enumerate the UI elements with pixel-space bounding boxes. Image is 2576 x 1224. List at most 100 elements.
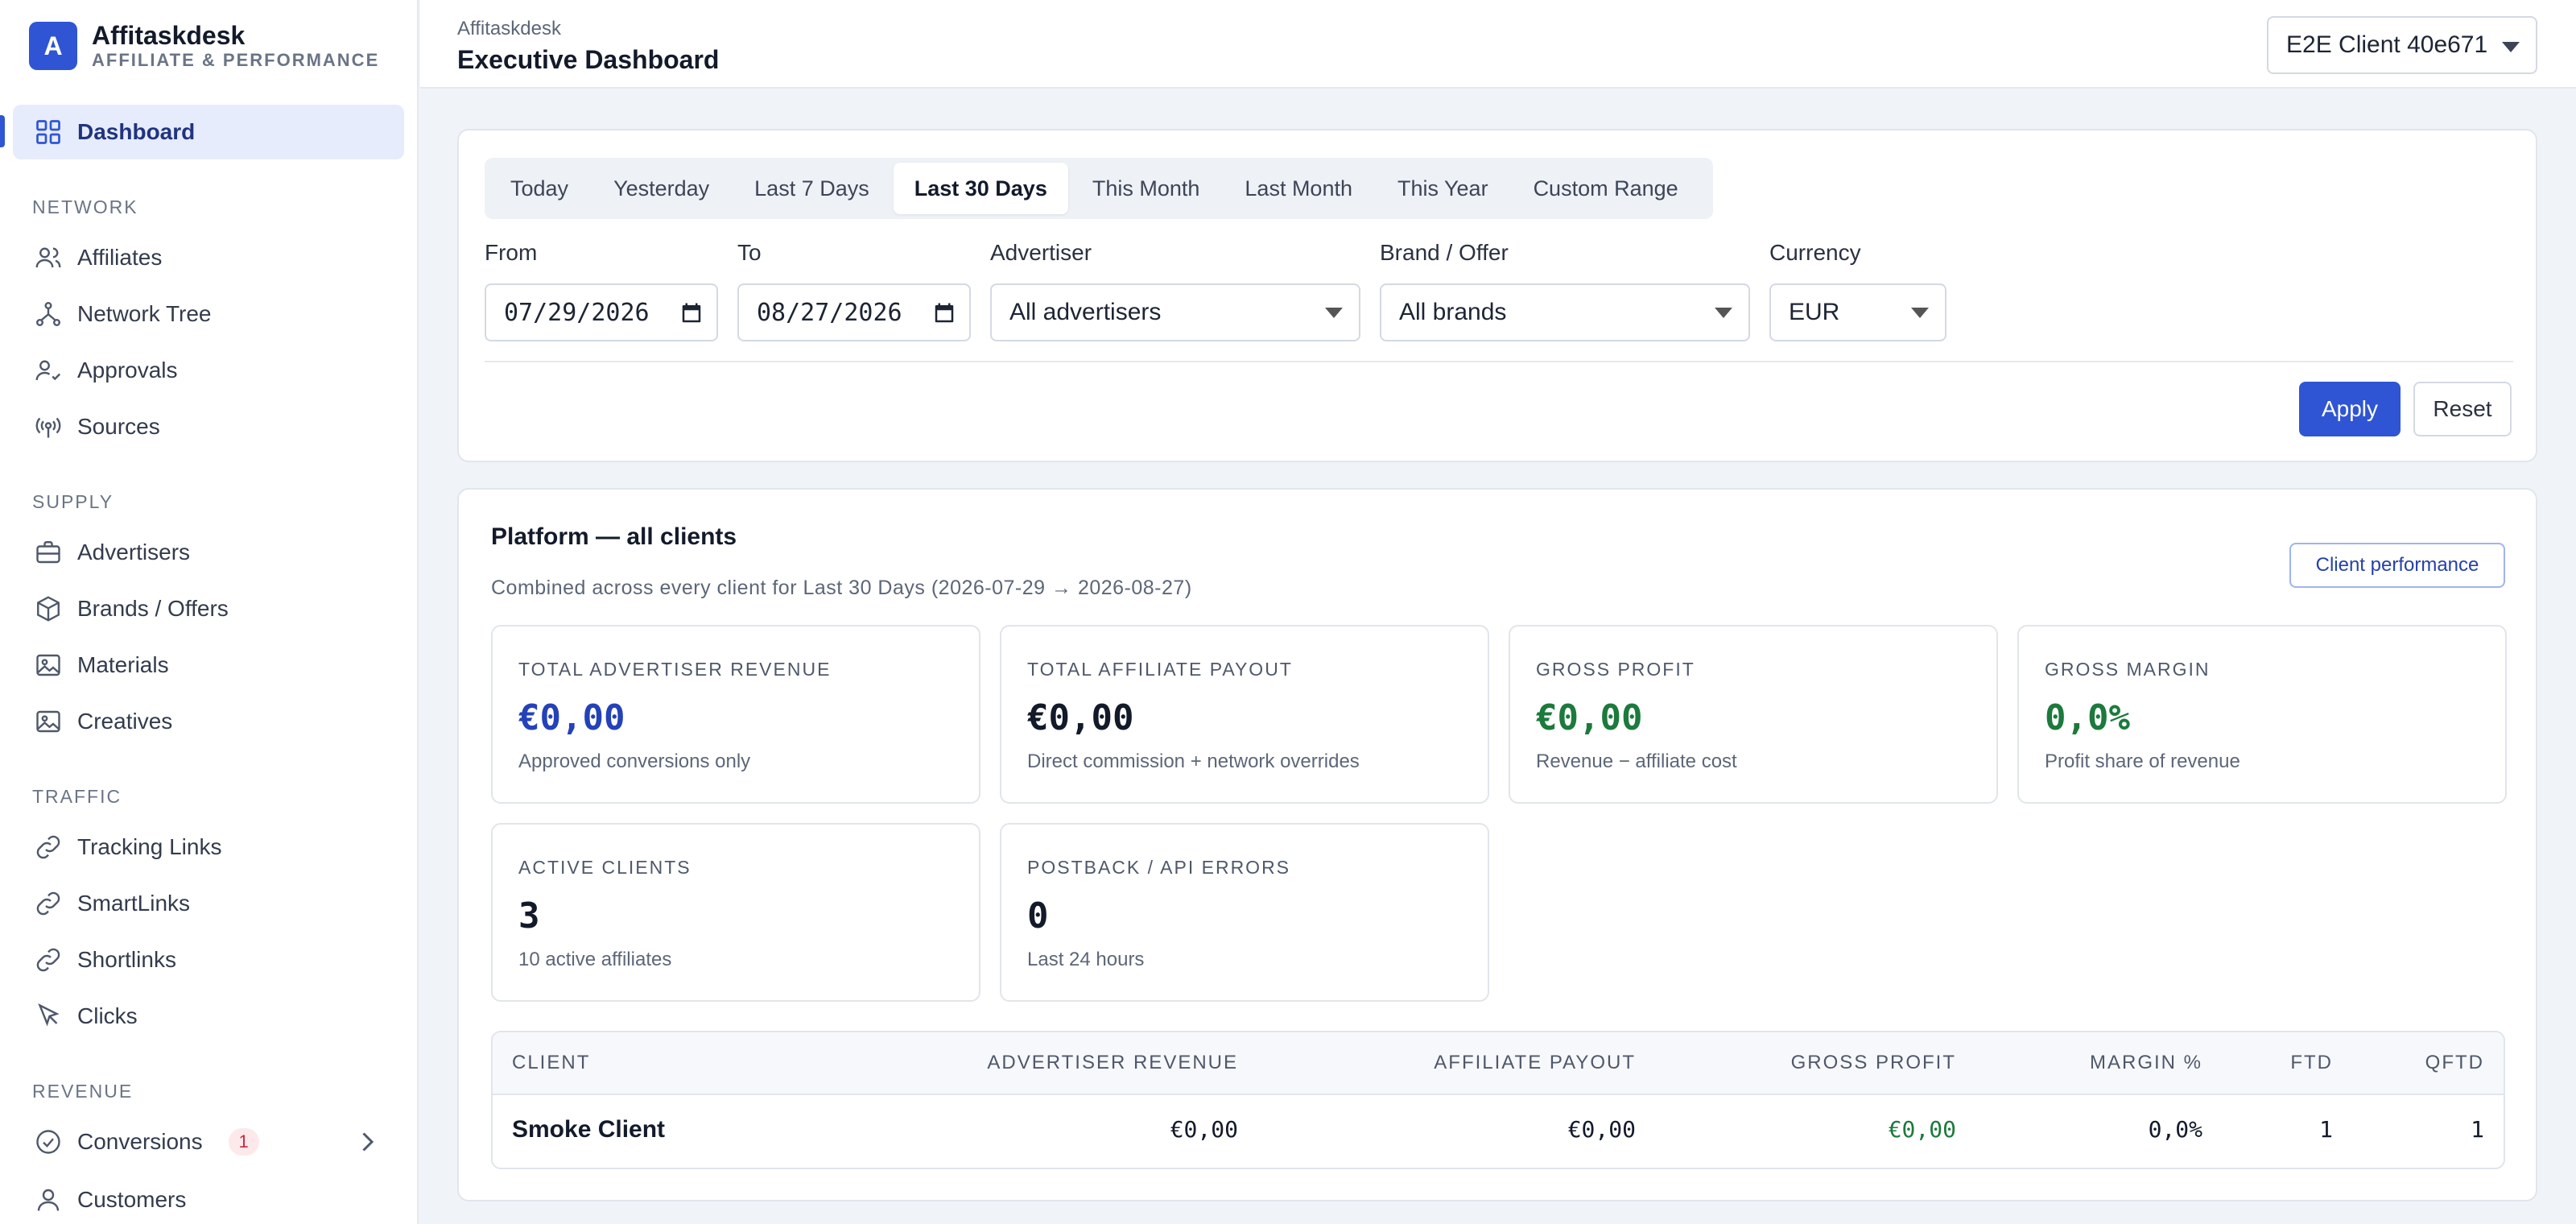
- user-icon: [32, 1184, 64, 1216]
- link-icon: [32, 887, 64, 920]
- cell-ftd: 1: [2319, 1116, 2333, 1143]
- sidebar-item-dashboard[interactable]: Dashboard: [13, 105, 404, 159]
- to-label: To: [737, 240, 762, 265]
- kpi-total-advertiser-revenue: TOTAL ADVERTISER REVENUE €0,00 Approved …: [491, 625, 980, 804]
- platform-card: Platform — all clients Combined across e…: [457, 488, 2537, 1201]
- sidebar-item-approvals[interactable]: Approvals: [13, 343, 404, 398]
- brand-name: Affitaskdesk: [92, 21, 246, 50]
- section-network: NETWORK: [32, 196, 138, 217]
- kpi-postback-api-errors: POSTBACK / API ERRORS 0 Last 24 hours: [1000, 823, 1489, 1002]
- to-date-value: 08/27/2026: [757, 298, 902, 327]
- breadcrumb[interactable]: Affitaskdesk: [457, 18, 561, 40]
- image-icon: [32, 649, 64, 681]
- sidebar-item-shortlinks[interactable]: Shortlinks: [13, 932, 404, 987]
- sidebar-item-label: Conversions: [77, 1129, 203, 1154]
- tab-today[interactable]: Today: [489, 163, 589, 214]
- from-date-value: 07/29/2026: [504, 298, 650, 327]
- kpi-active-clients: ACTIVE CLIENTS 3 10 active affiliates: [491, 823, 980, 1002]
- col-advertiser-revenue[interactable]: ADVERTISER REVENUE: [987, 1052, 1238, 1074]
- tab-this-year[interactable]: This Year: [1377, 163, 1509, 214]
- sidebar-item-network-tree[interactable]: Network Tree: [13, 287, 404, 341]
- cell-advertiser-revenue: €0,00: [1170, 1116, 1238, 1143]
- calendar-icon[interactable]: [932, 301, 956, 325]
- currency-select[interactable]: EUR: [1769, 283, 1946, 341]
- sidebar-item-advertisers[interactable]: Advertisers: [13, 525, 404, 580]
- tab-last-month[interactable]: Last Month: [1224, 163, 1373, 214]
- cell-affiliate-payout: €0,00: [1567, 1116, 1636, 1143]
- sidebar-item-customers[interactable]: Customers: [13, 1172, 404, 1224]
- col-margin[interactable]: MARGIN %: [2090, 1052, 2202, 1074]
- brand[interactable]: A Affitaskdesk AFFILIATE & PERFORMANCE: [29, 21, 379, 71]
- section-supply: SUPPLY: [32, 491, 114, 512]
- advertiser-select[interactable]: All advertisers: [990, 283, 1360, 341]
- network-tree-icon: [32, 298, 64, 330]
- apply-button[interactable]: Apply: [2299, 382, 2401, 436]
- chevron-down-icon: [2502, 42, 2520, 52]
- sidebar-item-label: Customers: [77, 1187, 187, 1212]
- users-icon: [32, 242, 64, 274]
- kpi-label: GROSS PROFIT: [1536, 659, 1695, 680]
- kpi-note: Direct commission + network overrides: [1027, 751, 1360, 772]
- sidebar-item-sources[interactable]: Sources: [13, 399, 404, 454]
- tab-last-30-days[interactable]: Last 30 Days: [893, 163, 1068, 214]
- sidebar: A Affitaskdesk AFFILIATE & PERFORMANCE D…: [0, 0, 419, 1224]
- kpi-label: TOTAL ADVERTISER REVENUE: [518, 659, 832, 680]
- brand-offer-select[interactable]: All brands: [1380, 283, 1750, 341]
- kpi-value: €0,00: [518, 697, 625, 738]
- tab-custom-range[interactable]: Custom Range: [1513, 163, 1699, 214]
- chevron-right-icon[interactable]: [353, 1127, 382, 1156]
- page-title: Executive Dashboard: [457, 45, 720, 74]
- sidebar-item-conversions[interactable]: Conversions 1: [13, 1114, 404, 1169]
- broadcast-icon: [32, 411, 64, 443]
- date-range-tabs: Today Yesterday Last 7 Days Last 30 Days…: [485, 158, 1713, 219]
- kpi-note: Profit share of revenue: [2045, 751, 2240, 772]
- platform-title: Platform — all clients: [491, 523, 737, 550]
- sidebar-item-tracking-links[interactable]: Tracking Links: [13, 820, 404, 875]
- chevron-down-icon: [1911, 308, 1929, 318]
- col-gross-profit[interactable]: GROSS PROFIT: [1791, 1052, 1956, 1074]
- tab-this-month[interactable]: This Month: [1071, 163, 1221, 214]
- cell-gross-profit: €0,00: [1888, 1116, 1956, 1143]
- kpi-label: POSTBACK / API ERRORS: [1027, 857, 1291, 878]
- kpi-label: ACTIVE CLIENTS: [518, 857, 691, 878]
- col-affiliate-payout[interactable]: AFFILIATE PAYOUT: [1434, 1052, 1636, 1074]
- sidebar-item-label: Brands / Offers: [77, 596, 229, 621]
- cursor-icon: [32, 1000, 64, 1032]
- kpi-note: Last 24 hours: [1027, 949, 1145, 970]
- check-circle-icon: [32, 1126, 64, 1158]
- tab-last-7-days[interactable]: Last 7 Days: [733, 163, 890, 214]
- sidebar-item-smartlinks[interactable]: SmartLinks: [13, 876, 404, 931]
- kpi-value: 0: [1027, 895, 1049, 937]
- col-client[interactable]: CLIENT: [512, 1052, 590, 1074]
- client-select[interactable]: E2E Client 40e671: [2267, 16, 2537, 74]
- sidebar-item-creatives[interactable]: Creatives: [13, 694, 404, 749]
- reset-button[interactable]: Reset: [2413, 382, 2512, 436]
- sidebar-item-label: Tracking Links: [77, 834, 222, 859]
- from-date-input[interactable]: 07/29/2026: [485, 283, 718, 341]
- cell-client[interactable]: Smoke Client: [512, 1116, 665, 1143]
- client-performance-button[interactable]: Client performance: [2289, 543, 2505, 588]
- cell-qftd: 1: [2471, 1116, 2484, 1143]
- col-qftd[interactable]: QFTD: [2425, 1052, 2484, 1074]
- advertiser-select-value: All advertisers: [1009, 299, 1162, 325]
- section-revenue: REVENUE: [32, 1081, 134, 1102]
- cell-margin: 0,0%: [2148, 1116, 2202, 1143]
- calendar-icon[interactable]: [679, 301, 704, 325]
- sidebar-item-brands-offers[interactable]: Brands / Offers: [13, 581, 404, 636]
- sidebar-item-label: Dashboard: [77, 119, 196, 144]
- sidebar-item-label: Approvals: [77, 358, 178, 382]
- link-icon: [32, 831, 64, 863]
- client-select-value: E2E Client 40e671: [2286, 31, 2488, 58]
- kpi-value: €0,00: [1027, 697, 1134, 738]
- link-icon: [32, 944, 64, 976]
- brand-offer-select-value: All brands: [1399, 299, 1507, 325]
- kpi-gross-profit: GROSS PROFIT €0,00 Revenue − affiliate c…: [1509, 625, 1998, 804]
- active-indicator: [0, 115, 5, 147]
- sidebar-item-affiliates[interactable]: Affiliates: [13, 230, 404, 285]
- to-date-input[interactable]: 08/27/2026: [737, 283, 971, 341]
- sidebar-item-materials[interactable]: Materials: [13, 638, 404, 693]
- sidebar-item-clicks[interactable]: Clicks: [13, 989, 404, 1044]
- col-ftd[interactable]: FTD: [2290, 1052, 2333, 1074]
- kpi-note: 10 active affiliates: [518, 949, 672, 970]
- tab-yesterday[interactable]: Yesterday: [592, 163, 730, 214]
